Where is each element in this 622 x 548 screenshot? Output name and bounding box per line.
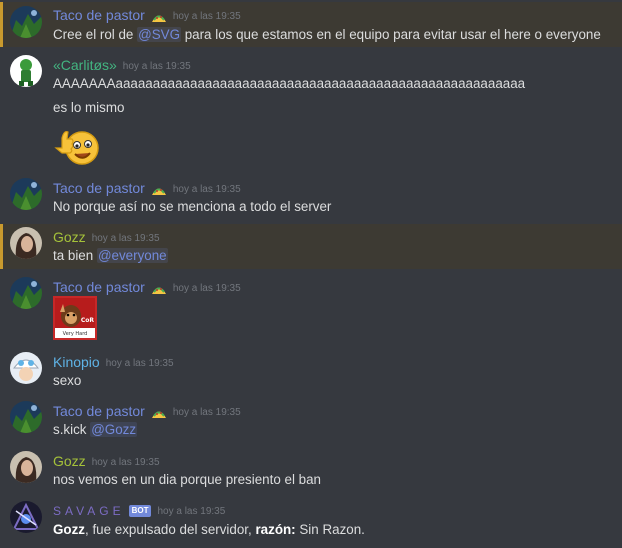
image-logo: CoR (80, 317, 94, 324)
message: Taco de pastor hoy a las 19:35 Cree el ro… (0, 2, 622, 47)
message: Taco de pastor hoy a las 19:35 s.kick @Go… (0, 398, 622, 444)
message: Kinopio hoy a las 19:35 sexo (0, 349, 622, 395)
taco-icon (151, 405, 167, 425)
username[interactable]: Gozz (53, 229, 86, 245)
message: Gozz hoy a las 19:35 nos vemos en un dia … (0, 448, 622, 494)
message-text: Cree el rol de @SVG para los que estamos… (53, 27, 601, 42)
message-text: sexo (53, 373, 82, 388)
message-text: AAAAAAAaaaaaaaaaaaaaaaaaaaaaaaaaaaaaaaaa… (53, 76, 526, 91)
username[interactable]: Taco de pastor (53, 180, 145, 196)
avatar[interactable] (10, 277, 42, 309)
message-text: nos vemos en un dia porque presiento el … (53, 472, 321, 487)
timestamp: hoy a las 19:35 (91, 457, 160, 468)
timestamp: hoy a las 19:35 (157, 506, 226, 517)
donkey-kong-very-hard-image[interactable]: CoR Very Hard (53, 296, 97, 340)
timestamp: hoy a las 19:35 (172, 184, 241, 195)
message-header: «Carlitøs» hoy a las 19:35 (53, 55, 191, 75)
image-caption: Very Hard (62, 331, 88, 337)
username[interactable]: Taco de pastor (53, 279, 145, 295)
message-text: s.kick @Gozz (53, 422, 138, 437)
message-header: Gozz hoy a las 19:35 (53, 451, 160, 471)
mention[interactable]: @everyone (96, 248, 168, 263)
avatar[interactable] (10, 6, 42, 38)
username[interactable]: Taco de pastor (53, 7, 145, 23)
avatar[interactable] (10, 178, 42, 210)
timestamp: hoy a las 19:35 (105, 358, 174, 369)
message: «Carlitøs» hoy a las 19:35 AAAAAAAaaaaaaa… (0, 52, 622, 177)
timestamp: hoy a las 19:35 (172, 283, 241, 294)
avatar[interactable] (10, 55, 42, 87)
message-header: Taco de pastor hoy a las 19:35 (53, 401, 241, 421)
avatar[interactable] (10, 451, 42, 483)
mention[interactable]: @Gozz (90, 422, 138, 437)
timestamp: hoy a las 19:35 (172, 11, 241, 22)
message-text: ta bien @everyone (53, 248, 168, 263)
avatar[interactable] (10, 401, 42, 433)
message-header: Taco de pastor hoy a las 19:35 (53, 5, 241, 25)
message-text: No porque así no se menciona a todo el s… (53, 199, 332, 214)
mention[interactable]: @SVG (137, 27, 181, 42)
message: Gozz hoy a las 19:35 ta bien @everyone (0, 224, 622, 269)
message-header: Kinopio hoy a las 19:35 (53, 352, 174, 372)
username[interactable]: SAVAGE (53, 504, 125, 518)
timestamp: hoy a las 19:35 (122, 61, 191, 72)
message: Taco de pastor hoy a las 19:35 No porque … (0, 175, 622, 221)
message-header: Gozz hoy a las 19:35 (53, 227, 160, 247)
message-header: Taco de pastor hoy a las 19:35 (53, 277, 241, 297)
avatar[interactable] (10, 352, 42, 384)
bot-badge: BOT (128, 505, 152, 517)
thumbs-up-smiley-emoji[interactable] (52, 124, 100, 168)
username[interactable]: Taco de pastor (53, 403, 145, 419)
username[interactable]: Gozz (53, 453, 86, 469)
taco-icon (151, 281, 167, 301)
avatar[interactable] (10, 501, 42, 533)
message-header: Taco de pastor hoy a las 19:35 (53, 178, 241, 198)
message: SAVAGE BOT hoy a las 19:35 Gozz, fue expul… (0, 498, 622, 544)
message: Taco de pastor hoy a las 19:35 CoR Very H… (0, 274, 622, 346)
username[interactable]: «Carlitøs» (53, 57, 117, 73)
message-text: es lo mismo (53, 100, 125, 115)
message-text: Gozz, fue expulsado del servidor, razón:… (53, 522, 365, 537)
username[interactable]: Kinopio (53, 354, 100, 370)
timestamp: hoy a las 19:35 (91, 233, 160, 244)
message-header: SAVAGE BOT hoy a las 19:35 (53, 501, 225, 521)
avatar[interactable] (10, 227, 42, 259)
timestamp: hoy a las 19:35 (172, 407, 241, 418)
